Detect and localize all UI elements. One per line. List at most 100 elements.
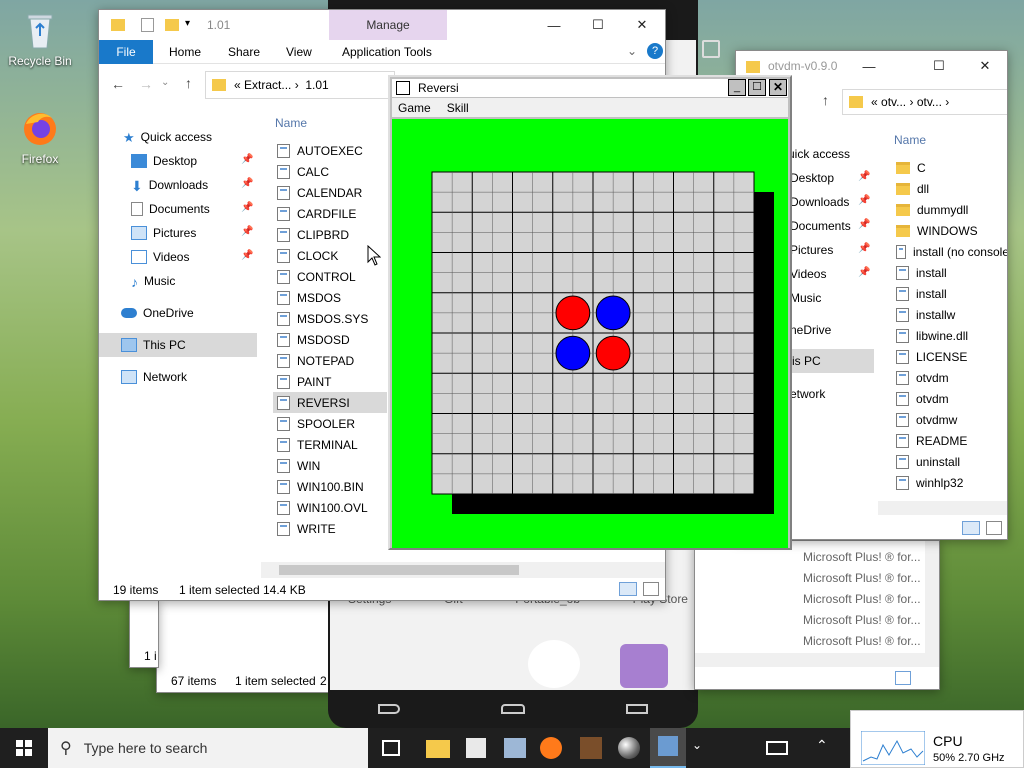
tab-file[interactable]: File bbox=[99, 40, 153, 64]
list-item[interactable]: Microsoft Plus! ® for... bbox=[803, 610, 921, 631]
up-arrow-icon[interactable]: ↑ bbox=[185, 75, 192, 91]
nav-item[interactable]: Music bbox=[790, 287, 821, 309]
reversi-play-area[interactable] bbox=[392, 119, 788, 548]
close-button[interactable]: ✕ bbox=[962, 51, 1007, 81]
otvdm-address-bar[interactable]: « otv... › otv... › bbox=[842, 89, 1007, 115]
menu-skill[interactable]: Skill bbox=[447, 101, 469, 115]
file-row[interactable]: LICENSE bbox=[892, 346, 1007, 367]
file-row[interactable]: README bbox=[892, 430, 1007, 451]
file-row[interactable]: install bbox=[892, 283, 1007, 304]
view-toggle-icon[interactable] bbox=[895, 671, 911, 685]
file-row[interactable]: WINDOWS bbox=[892, 220, 1007, 241]
file-row[interactable]: uninstall bbox=[892, 451, 1007, 472]
reversi-piece-blue[interactable] bbox=[595, 295, 631, 331]
file-row[interactable]: CLIPBRD bbox=[273, 224, 387, 245]
nav-item[interactable]: is PC bbox=[792, 350, 821, 372]
taskbar-search-box[interactable]: ⚲ Type here to search bbox=[48, 728, 368, 768]
explorer-window-back[interactable]: 67 items 1 item selected 2 bbox=[156, 595, 341, 693]
large-icons-view-icon[interactable] bbox=[643, 582, 659, 596]
help-icon[interactable]: ? bbox=[647, 43, 663, 59]
file-row[interactable]: otvdm bbox=[892, 367, 1007, 388]
file-row[interactable]: WIN bbox=[273, 455, 387, 476]
file-row[interactable]: C bbox=[892, 157, 1007, 178]
tab-share[interactable]: Share bbox=[228, 45, 260, 59]
nav-item[interactable]: neDrive bbox=[790, 319, 831, 341]
minimize-button[interactable]: _ bbox=[728, 79, 746, 96]
phone-recents-icon[interactable] bbox=[625, 704, 648, 714]
file-row[interactable]: AUTOEXEC bbox=[273, 140, 387, 161]
up-arrow-icon[interactable]: ↑ bbox=[822, 92, 829, 108]
reversi-window[interactable]: Reversi _ ☐ ✕ Game Skill bbox=[388, 75, 792, 550]
details-view-icon[interactable] bbox=[619, 582, 637, 596]
cpu-widget[interactable]: CPU 50% 2.70 GHz bbox=[850, 710, 1024, 768]
tab-application-tools[interactable]: Application Tools bbox=[342, 45, 432, 59]
file-row[interactable]: CARDFILE bbox=[273, 203, 387, 224]
list-item[interactable]: Microsoft Plus! ® for... bbox=[803, 631, 921, 652]
file-row[interactable]: installw bbox=[892, 304, 1007, 325]
mid-list-window[interactable]: Microsoft Plus! ® for... Microsoft Plus!… bbox=[694, 540, 940, 690]
file-row[interactable]: otvdm bbox=[892, 388, 1007, 409]
file-row[interactable]: CALENDAR bbox=[273, 182, 387, 203]
show-hidden-icons[interactable]: ⌃ bbox=[816, 737, 828, 754]
nav-item[interactable]: etwork bbox=[790, 383, 825, 405]
file-row[interactable]: SPOOLER bbox=[273, 413, 387, 434]
mid-list-vscroll[interactable] bbox=[925, 541, 939, 653]
file-row[interactable]: WIN100.OVL bbox=[273, 497, 387, 518]
fullscreen-icon[interactable] bbox=[702, 40, 720, 58]
file-row[interactable]: dummydll bbox=[892, 199, 1007, 220]
sphere-taskbar-icon[interactable] bbox=[618, 737, 640, 759]
nav-item[interactable]: uick access bbox=[788, 143, 850, 165]
nav-item[interactable]: Downloads bbox=[790, 191, 849, 213]
mid-list-hscroll[interactable] bbox=[695, 653, 939, 667]
file-row[interactable]: otvdmw bbox=[892, 409, 1007, 430]
nav-item[interactable]: Documents bbox=[790, 215, 851, 237]
tab-home[interactable]: Home bbox=[169, 45, 201, 59]
reversi-titlebar[interactable]: Reversi _ ☐ ✕ bbox=[392, 79, 788, 97]
file-explorer-taskbar-icon[interactable] bbox=[426, 740, 450, 758]
nav-music[interactable]: ♪ Music bbox=[131, 270, 175, 292]
tab-view[interactable]: View bbox=[286, 45, 312, 59]
quick-access-dropdown-icon[interactable]: ▾ bbox=[185, 18, 190, 29]
photo-taskbar-icon[interactable] bbox=[580, 737, 602, 759]
nav-this-pc[interactable]: This PC bbox=[121, 334, 186, 356]
file-row[interactable]: MSDOS.SYS bbox=[273, 308, 387, 329]
close-button[interactable]: ✕ bbox=[619, 10, 665, 40]
app-taskbar-icon[interactable] bbox=[504, 738, 526, 758]
phone-app-icon[interactable] bbox=[528, 640, 580, 688]
recent-dropdown-icon[interactable]: ⌄ bbox=[161, 77, 169, 88]
phone-home-icon[interactable] bbox=[500, 704, 525, 714]
file-row[interactable]: install (no console bbox=[892, 241, 1007, 262]
file-row[interactable]: dll bbox=[892, 178, 1007, 199]
nav-documents[interactable]: Documents bbox=[131, 198, 210, 220]
store-taskbar-icon[interactable] bbox=[466, 738, 486, 758]
system-menu-icon[interactable] bbox=[396, 81, 410, 95]
close-button[interactable]: ✕ bbox=[769, 79, 787, 96]
keyboard-icon[interactable] bbox=[766, 741, 788, 755]
nav-pictures[interactable]: Pictures bbox=[131, 222, 196, 244]
start-button[interactable] bbox=[0, 728, 48, 768]
nav-network[interactable]: Network bbox=[121, 366, 187, 388]
file-row[interactable]: CALC bbox=[273, 161, 387, 182]
file-list-hscroll[interactable] bbox=[261, 562, 665, 578]
reversi-piece-red[interactable] bbox=[595, 335, 631, 371]
file-row[interactable]: MSDOS bbox=[273, 287, 387, 308]
phone-back-icon[interactable] bbox=[378, 704, 401, 714]
menu-game[interactable]: Game bbox=[398, 101, 431, 115]
scroll-thumb[interactable] bbox=[279, 565, 519, 575]
nav-item[interactable]: Videos bbox=[790, 263, 826, 285]
file-row[interactable]: MSDOSD bbox=[273, 329, 387, 350]
breadcrumb-item[interactable]: Extract... bbox=[244, 78, 291, 92]
maximize-button[interactable]: ☐ bbox=[916, 51, 962, 81]
explorer-titlebar[interactable]: ▾ 1.01 Manage — ☐ ✕ bbox=[99, 10, 665, 40]
nav-videos[interactable]: Videos bbox=[131, 246, 189, 268]
column-header-name[interactable]: Name bbox=[275, 116, 307, 130]
list-item[interactable]: Microsoft Plus! ® for... bbox=[803, 547, 921, 568]
file-row[interactable]: PAINT bbox=[273, 371, 387, 392]
otvdm-hscroll[interactable] bbox=[878, 501, 1007, 515]
firefox-desktop-icon[interactable]: Firefox bbox=[2, 108, 78, 166]
otvdm-column-header[interactable]: Name bbox=[894, 133, 926, 147]
reversi-piece-blue[interactable] bbox=[555, 335, 591, 371]
minimize-button[interactable]: — bbox=[846, 51, 892, 81]
phone-app-icon[interactable] bbox=[620, 644, 668, 688]
breadcrumb-item[interactable]: otv... bbox=[917, 95, 942, 109]
